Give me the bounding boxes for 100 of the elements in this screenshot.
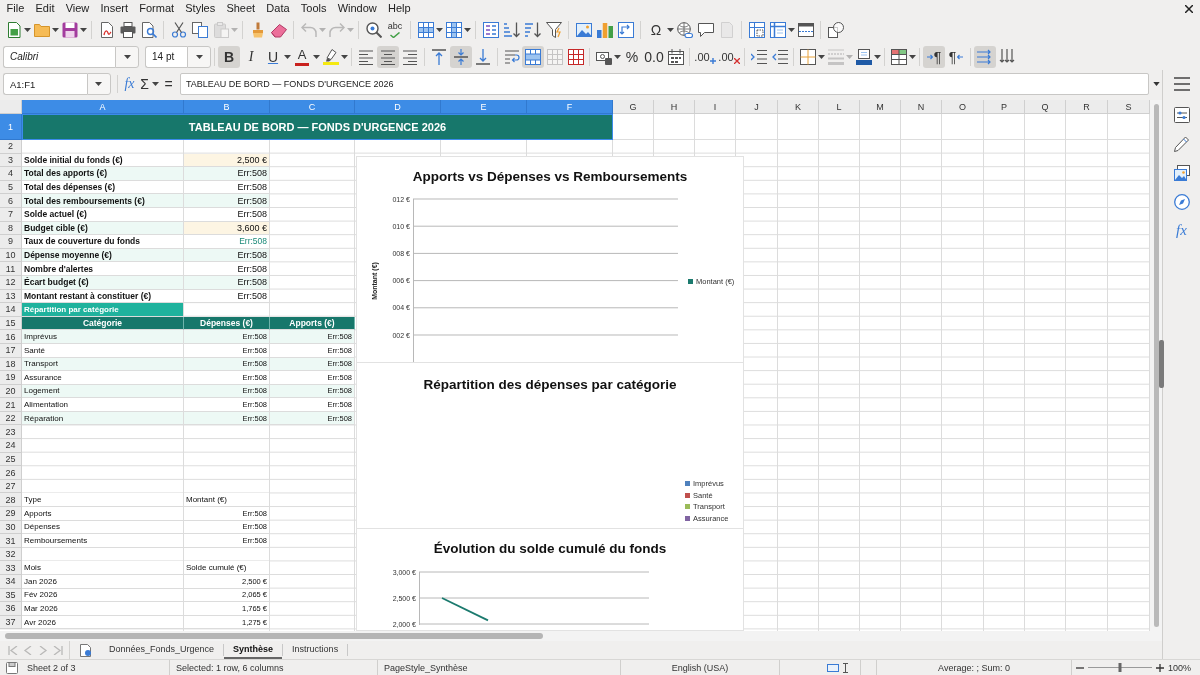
align-center-button[interactable] [377,45,399,68]
highlighter-icon[interactable] [322,48,339,65]
pivot-table-icon[interactable] [617,22,634,38]
menu-item[interactable]: File [1,1,30,16]
menu-item[interactable]: Window [332,1,383,16]
floppy-icon[interactable] [6,661,18,674]
globe-link-icon[interactable] [676,22,693,38]
left-to-right-button[interactable]: ¶ [923,45,945,68]
text-cursor-icon[interactable] [843,662,848,673]
split-window-icon[interactable] [797,22,814,38]
row-header[interactable]: 36 [0,602,22,616]
row-header[interactable]: 6 [0,194,22,208]
page-style-status[interactable]: PageStyle_Synthèse [384,662,468,673]
print-area-icon[interactable] [748,22,765,38]
row-header[interactable]: 24 [0,439,22,453]
bold-button[interactable]: B [218,45,240,68]
shapes-icon[interactable] [827,22,844,38]
pdf-export-icon[interactable] [98,22,115,38]
delete-decimal-button[interactable]: .00 [717,45,741,68]
menu-item[interactable]: Insert [94,1,134,16]
scroll-thumb[interactable] [5,633,543,639]
special-character-button[interactable]: Ω [645,19,667,41]
vertical-scrollbar[interactable] [1150,100,1162,631]
scissors-icon[interactable] [170,22,187,38]
font-size-field[interactable]: 14 pt [145,45,187,68]
menu-item[interactable]: View [60,1,95,16]
compass-icon[interactable] [1173,194,1190,210]
caret-icon[interactable] [874,54,881,59]
row-header[interactable]: 21 [0,398,22,412]
sort-ascending-icon[interactable] [503,22,520,38]
spreadsheet-icon[interactable] [5,22,22,38]
indent-icon[interactable] [750,48,767,65]
speech-bubble-icon[interactable] [697,22,714,38]
image-icon[interactable] [575,22,592,38]
slider-thumb[interactable] [1118,663,1122,672]
wrap-text-icon[interactable] [503,48,520,65]
freeze-panes-icon[interactable] [769,22,786,38]
text-horizontal-button[interactable] [974,45,996,68]
borders-icon[interactable] [799,48,816,65]
sum-button[interactable]: Σ [137,73,152,95]
row-header[interactable]: 23 [0,425,22,440]
font-name-field[interactable]: Calibri [3,45,115,68]
column-header[interactable]: P [984,100,1025,114]
caret-icon[interactable] [818,54,825,59]
eraser-icon[interactable] [270,22,287,38]
number-format-button[interactable]: 0.0 [643,45,665,68]
functions-button[interactable]: fx [1172,221,1191,239]
dropdown-button[interactable] [87,73,111,95]
caret-icon[interactable] [341,54,348,59]
name-box-field[interactable]: A1:F1 [3,73,87,95]
print-preview-icon[interactable] [140,22,157,38]
column-header[interactable]: G [613,100,654,114]
column-header[interactable]: O [942,100,984,114]
menu-item[interactable]: Sheet [220,1,261,16]
scroll-thumb[interactable] [1153,104,1159,627]
sheet-tab[interactable]: Instructions [283,641,348,659]
gallery-icon[interactable] [1173,165,1190,181]
function-wizard-button[interactable]: fx [122,73,137,95]
add-decimal-button[interactable]: .00 [693,45,717,68]
caret-icon[interactable] [80,28,87,32]
save-icon[interactable] [61,22,78,38]
pen-icon[interactable] [1173,136,1190,152]
find-replace-icon[interactable] [365,22,382,38]
align-middle-button[interactable] [450,45,472,68]
row-header[interactable]: 28 [0,493,22,508]
close-icon[interactable] [1185,4,1193,13]
menu-item[interactable]: Edit [29,1,61,16]
row-header[interactable]: 33 [0,561,22,575]
column-header[interactable]: R [1066,100,1108,114]
column-header[interactable]: I [695,100,736,114]
caret-icon[interactable] [152,82,159,86]
column-header[interactable]: K [778,100,819,114]
properties-icon[interactable] [1173,107,1190,123]
rectangle-icon[interactable] [827,663,839,672]
menu-item[interactable]: Format [133,1,180,16]
outdent-icon[interactable] [771,48,788,65]
column-header[interactable]: L [819,100,860,114]
row-header[interactable]: 19 [0,371,22,385]
sort-descending-icon[interactable] [524,22,541,38]
caret-icon[interactable] [788,28,795,32]
caret-icon[interactable] [667,28,674,32]
caret-icon[interactable] [436,28,443,32]
menu-item[interactable]: Styles [179,1,221,16]
sheet-tab[interactable]: Synthèse [224,641,283,659]
caret-icon[interactable] [313,54,320,59]
row-header[interactable]: 26 [0,466,22,480]
column-header[interactable]: Q [1025,100,1066,114]
resize-handle[interactable] [1159,340,1164,388]
zoom-percentage[interactable]: 100% [1168,662,1192,673]
italic-button[interactable]: I [240,45,262,68]
merge-center-button[interactable] [522,45,544,68]
caret-icon[interactable] [52,28,59,32]
menu-icon[interactable] [1173,76,1190,92]
right-to-left-button[interactable]: ¶ [945,45,967,68]
row-header[interactable]: 16 [0,330,22,344]
plus-icon[interactable] [1156,663,1164,672]
column-header[interactable]: H [654,100,695,114]
formula-input-field[interactable]: TABLEAU DE BORD — FONDS D'URGENCE 2026 [180,73,1149,95]
column-header[interactable]: N [901,100,942,114]
table-rows-icon[interactable] [417,22,434,38]
